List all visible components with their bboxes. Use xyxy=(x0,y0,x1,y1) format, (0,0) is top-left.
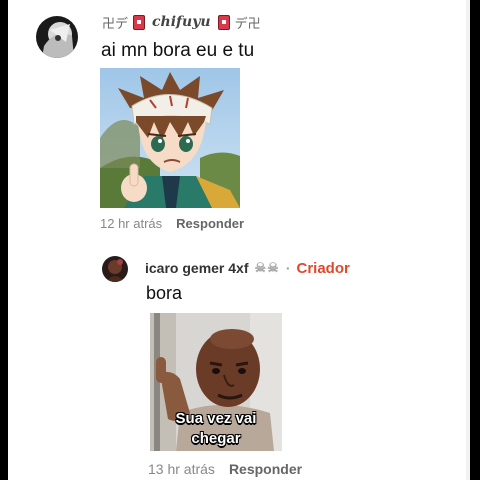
creator-badge: Criador xyxy=(296,259,350,277)
meme-caption-line-2: chegar xyxy=(191,430,241,447)
left-edge xyxy=(0,0,8,480)
comment-meta: 12 hr atrás Responder xyxy=(100,216,244,231)
separator-dot: · xyxy=(285,260,291,276)
reply-timestamp: 13 hr atrás xyxy=(148,461,215,477)
replier-username-row: icaro gemer 4xf ☠☠ · Criador xyxy=(145,258,350,278)
commenter-username[interactable]: 卍デ chifuyu デ卍 xyxy=(100,12,263,32)
reply-button[interactable]: Responder xyxy=(176,216,244,231)
commenter-avatar[interactable] xyxy=(36,16,78,58)
right-edge xyxy=(470,0,480,480)
replier-avatar[interactable] xyxy=(102,256,128,282)
reply-text: bora xyxy=(146,283,183,303)
username-decoration-left: 卍デ xyxy=(102,16,129,32)
skull-icon: ☠☠ xyxy=(254,260,280,275)
comment-image-anime-boy[interactable] xyxy=(100,68,240,208)
username-decoration-right: デ卍 xyxy=(234,16,261,32)
meme-caption: Sua vez vai chegar xyxy=(150,409,282,449)
meme-caption-line-1: Sua vez vai xyxy=(175,410,257,427)
replier-username[interactable]: icaro gemer 4xf xyxy=(145,260,249,276)
card-icon xyxy=(133,14,146,30)
card-icon xyxy=(217,14,230,30)
comment-timestamp: 12 hr atrás xyxy=(100,216,163,231)
reply-responder-button[interactable]: Responder xyxy=(229,461,302,477)
comment-text: ai mn bora eu e tu xyxy=(101,40,255,61)
username-text: chifuyu xyxy=(152,14,211,30)
reply-image-meme[interactable]: Sua vez vai chegar xyxy=(150,313,282,451)
reply-meta: 13 hr atrás Responder xyxy=(148,461,302,477)
